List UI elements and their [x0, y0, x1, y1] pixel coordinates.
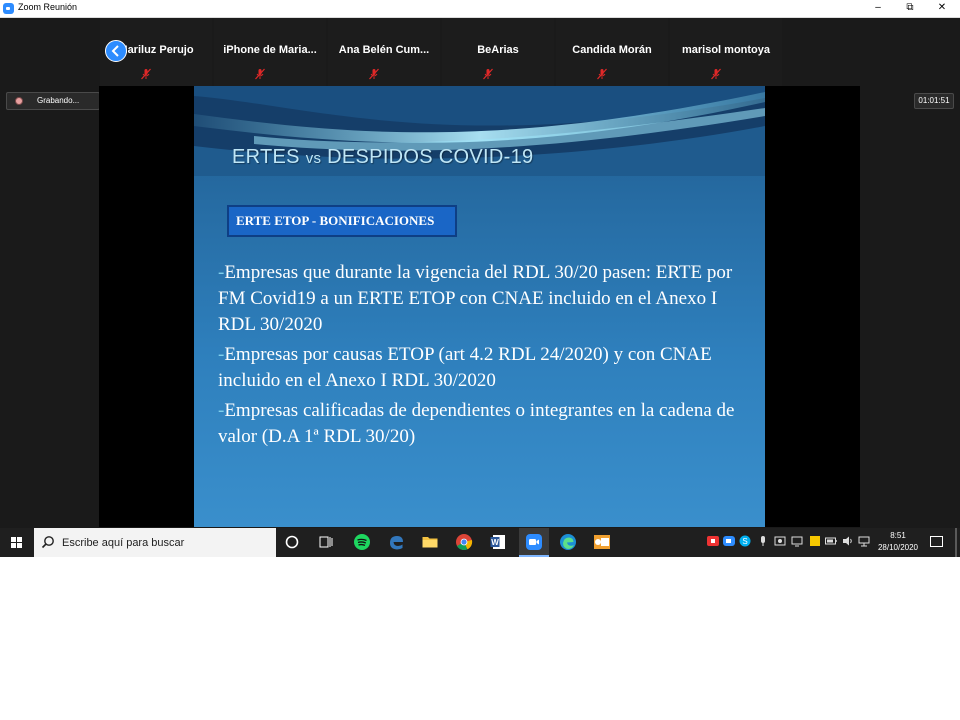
- restore-button[interactable]: ⧉: [894, 0, 926, 17]
- tray-skype-icon[interactable]: S: [739, 535, 751, 547]
- participant-tile[interactable]: Ana Belén Cum...: [328, 18, 440, 86]
- svg-text:S: S: [742, 537, 747, 546]
- chevron-left-icon: [111, 45, 119, 57]
- window-title-bar[interactable]: Zoom Reunión – ⧉ ✕: [0, 0, 960, 18]
- muted-mic-icon: [483, 68, 493, 80]
- taskbar-clock[interactable]: 8:51 28/10/2020: [872, 530, 924, 554]
- word-icon[interactable]: W: [489, 533, 507, 551]
- muted-mic-icon: [711, 68, 721, 80]
- tray-battery-icon[interactable]: [825, 535, 837, 547]
- participant-name: Candida Morán: [572, 44, 652, 56]
- tray-microphone-icon[interactable]: [757, 535, 769, 547]
- desktop-screen: Zoom Reunión – ⧉ ✕ Mariluz Perujo iPhone…: [0, 0, 960, 557]
- taskbar-search-box[interactable]: Escribe aquí para buscar: [34, 528, 276, 557]
- participant-tile[interactable]: Candida Morán: [556, 18, 668, 86]
- windows-logo-icon: [11, 537, 16, 542]
- slide-title: ERTES vs DESPIDOS COVID-19: [232, 146, 534, 168]
- tray-zoom-icon[interactable]: [723, 535, 735, 547]
- tray-volume-icon[interactable]: [842, 535, 854, 547]
- meeting-timer: 01:01:51: [914, 93, 954, 109]
- tray-screen-icon[interactable]: [791, 535, 803, 547]
- participant-tile[interactable]: iPhone de Maria...: [214, 18, 326, 86]
- recording-indicator[interactable]: Grabando...: [6, 92, 100, 110]
- record-icon: [15, 97, 23, 105]
- tray-webcam-icon[interactable]: [774, 535, 786, 547]
- participant-name: marisol montoya: [681, 44, 771, 56]
- slide-bullet: -Empresas calificadas de dependientes o …: [218, 400, 735, 447]
- participant-strip: Mariluz Perujo iPhone de Maria... Ana Be…: [100, 18, 824, 86]
- outlook-icon[interactable]: [593, 533, 611, 551]
- task-view-icon[interactable]: [317, 533, 335, 551]
- edge-icon[interactable]: [559, 533, 577, 551]
- search-placeholder: Escribe aquí para buscar: [62, 537, 185, 549]
- file-explorer-icon[interactable]: [421, 533, 439, 551]
- slide-bullet-list: -Empresas que durante la vigencia del RD…: [218, 260, 758, 454]
- svg-text:W: W: [491, 538, 499, 547]
- windows-taskbar: Escribe aquí para buscar W S 8:51 28/10/…: [0, 528, 960, 557]
- muted-mic-icon: [255, 68, 265, 80]
- participant-name: BeArias: [477, 44, 519, 56]
- muted-mic-icon: [141, 68, 151, 80]
- cortana-icon[interactable]: [283, 533, 301, 551]
- slide-bullet: -Empresas por causas ETOP (art 4.2 RDL 2…: [218, 344, 712, 391]
- participant-name: iPhone de Maria...: [223, 44, 317, 56]
- muted-mic-icon: [597, 68, 607, 80]
- start-button[interactable]: [0, 528, 34, 557]
- minimize-button[interactable]: –: [862, 0, 894, 17]
- recording-label: Grabando...: [37, 96, 80, 105]
- participant-tile[interactable]: marisol montoya: [670, 18, 782, 86]
- zoom-icon[interactable]: [525, 533, 543, 551]
- slide-section-badge: ERTE ETOP - BONIFICACIONES: [227, 205, 457, 237]
- tray-network-icon[interactable]: [858, 535, 870, 547]
- tray-norton-icon[interactable]: [809, 535, 821, 547]
- clock-date: 28/10/2020: [877, 543, 919, 552]
- clock-time: 8:51: [890, 531, 906, 540]
- close-button[interactable]: ✕: [926, 0, 958, 17]
- notification-center-icon[interactable]: [930, 536, 943, 547]
- participant-tile[interactable]: BeArias: [442, 18, 554, 86]
- participant-name: Ana Belén Cum...: [338, 44, 430, 56]
- search-icon: [41, 536, 54, 549]
- window-title: Zoom Reunión: [18, 2, 78, 12]
- presentation-slide: ERTES vs DESPIDOS COVID-19 ERTE ETOP - B…: [194, 86, 765, 527]
- active-app-underline: [519, 555, 549, 557]
- zoom-app-icon: [3, 3, 14, 14]
- previous-participants-button[interactable]: [105, 40, 127, 62]
- show-desktop-button[interactable]: [955, 528, 957, 557]
- slide-bullet: -Empresas que durante la vigencia del RD…: [218, 262, 733, 335]
- tray-app-red-icon[interactable]: [707, 535, 719, 547]
- edge-legacy-icon[interactable]: [387, 533, 405, 551]
- muted-mic-icon: [369, 68, 379, 80]
- spotify-icon[interactable]: [353, 533, 371, 551]
- chrome-icon[interactable]: [455, 533, 473, 551]
